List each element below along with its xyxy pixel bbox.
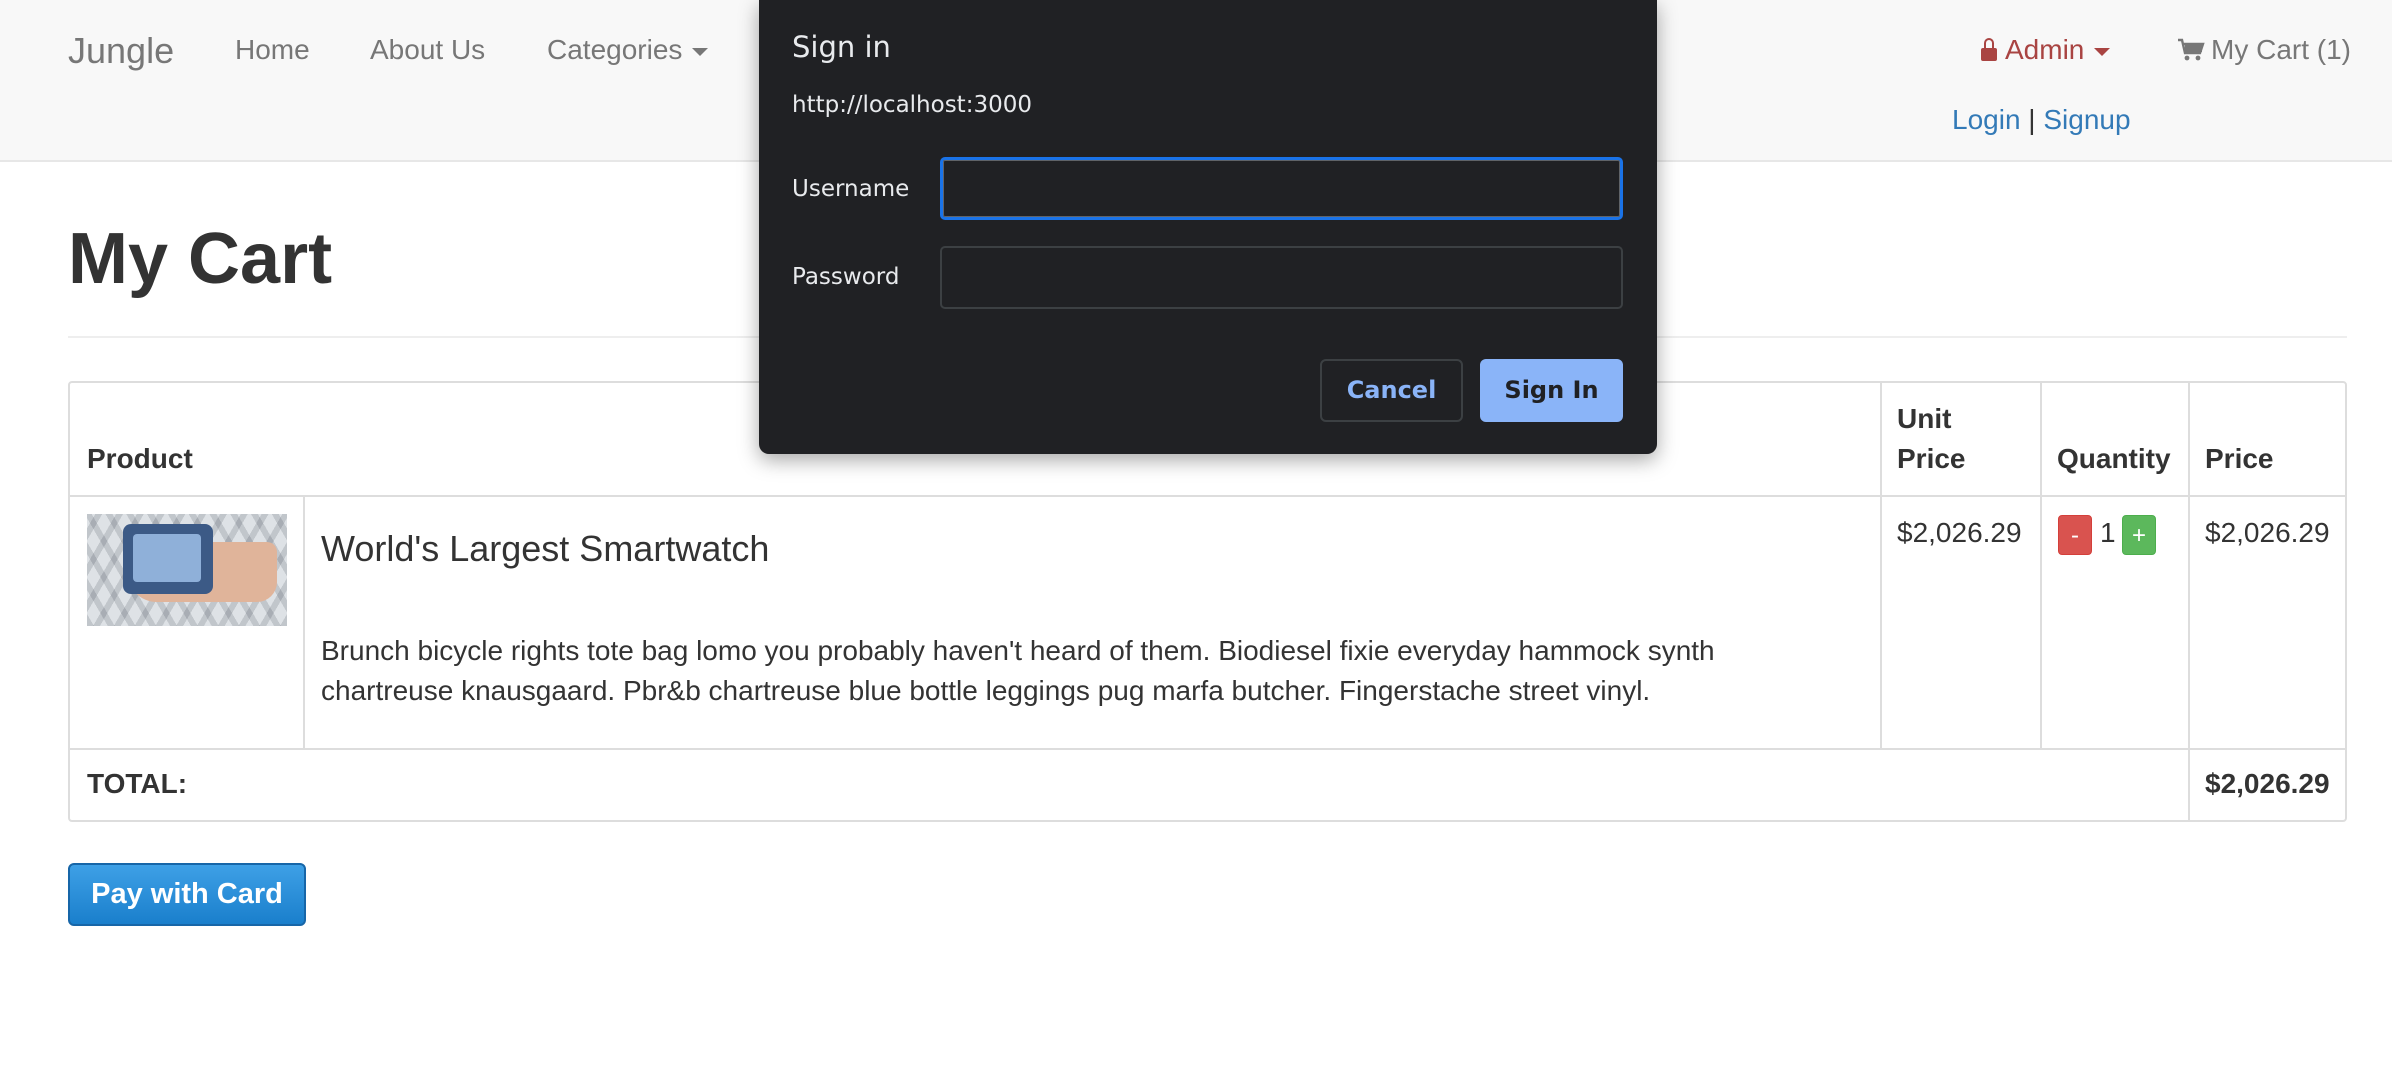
password-input[interactable] (940, 246, 1623, 309)
nav-home[interactable]: Home (235, 34, 310, 66)
my-cart-link[interactable]: My Cart (1) (2177, 34, 2351, 66)
table-divider (1880, 383, 1882, 748)
nav-about-us[interactable]: About Us (370, 34, 485, 66)
dialog-origin-url: http://localhost:3000 (792, 92, 1032, 118)
username-label: Username (792, 176, 910, 202)
login-link[interactable]: Login (1952, 104, 2021, 135)
lock-icon (1981, 38, 1997, 61)
decrease-quantity-button[interactable]: - (2058, 515, 2092, 555)
dialog-title: Sign in (792, 30, 891, 64)
nav-categories-label: Categories (547, 34, 683, 65)
product-name: World's Largest Smartwatch (321, 528, 770, 569)
shopping-cart-icon (2178, 38, 2205, 61)
my-cart-label: My Cart (1) (2211, 34, 2351, 65)
product-description: Brunch bicycle rights tote bag lomo you … (321, 635, 1715, 706)
unit-price: $2,026.29 (1897, 517, 2022, 548)
table-divider (70, 748, 2345, 750)
username-input[interactable] (940, 157, 1623, 220)
admin-menu[interactable]: Admin (1981, 34, 2111, 66)
auth-links: Login | Signup (1952, 104, 2131, 136)
total-label: TOTAL: (87, 768, 188, 799)
table-divider (303, 495, 305, 748)
row-price: $2,026.29 (2205, 517, 2330, 548)
caret-down-icon (2094, 47, 2111, 56)
sign-in-dialog: Sign in http://localhost:3000 Username P… (759, 0, 1657, 454)
header-price: Price (2205, 443, 2274, 474)
total-value: $2,026.29 (2205, 768, 2330, 799)
header-unit-price-line1: Unit (1897, 403, 1952, 434)
increase-quantity-button[interactable]: + (2122, 515, 2156, 555)
header-quantity: Quantity (2057, 443, 2171, 474)
caret-down-icon (692, 47, 709, 56)
product-thumbnail (87, 514, 287, 626)
header-unit-price-line2: Price (1897, 443, 1966, 474)
table-divider (2040, 383, 2042, 748)
page-title: My Cart (68, 219, 333, 299)
quantity-value: 1 (2100, 517, 2116, 548)
header-product: Product (87, 443, 193, 474)
table-divider (70, 495, 2345, 497)
password-label: Password (792, 264, 900, 290)
table-divider (2188, 383, 2190, 820)
admin-label: Admin (2005, 34, 2085, 65)
auth-separator: | (2028, 104, 2036, 135)
sign-in-button[interactable]: Sign In (1480, 359, 1623, 422)
nav-categories[interactable]: Categories (547, 34, 709, 66)
header-unit-price: Unit Price (1897, 399, 1966, 479)
pay-with-card-button[interactable]: Pay with Card (68, 863, 306, 926)
brand-logo[interactable]: Jungle (68, 30, 174, 72)
thumbnail-screen (133, 534, 201, 582)
signup-link[interactable]: Signup (2043, 104, 2130, 135)
cancel-button[interactable]: Cancel (1320, 359, 1463, 422)
